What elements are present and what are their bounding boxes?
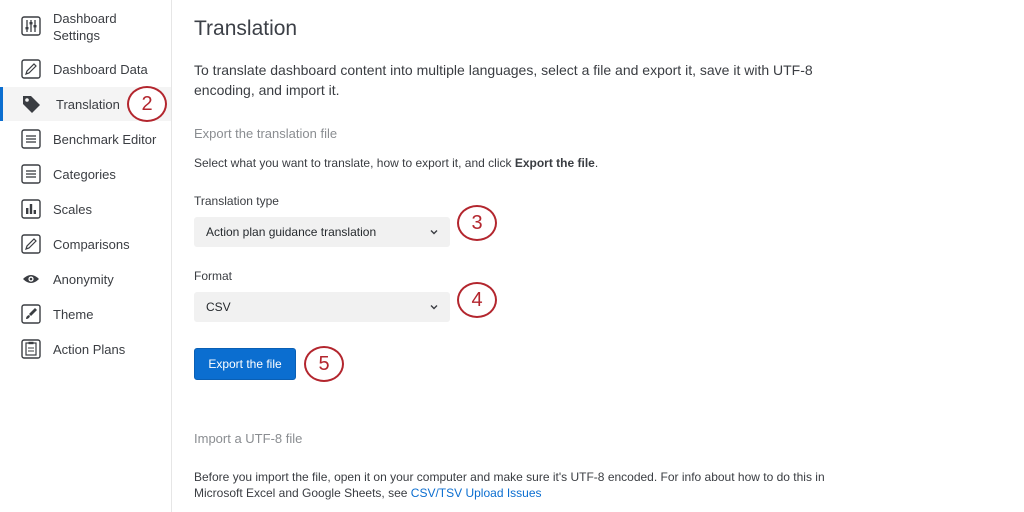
instructions-prefix: Select what you want to translate, how t… [194,156,515,170]
sidebar-item-label: Benchmark Editor [53,132,157,147]
sidebar-item-benchmark-editor[interactable]: Benchmark Editor [0,122,171,156]
pencil-icon [20,58,42,80]
format-label: Format [194,269,233,283]
paintbrush-icon [20,303,42,325]
import-section-heading: Import a UTF-8 file [194,431,303,446]
pencil-icon [20,233,42,255]
translation-type-label: Translation type [194,194,279,208]
export-file-button[interactable]: Export the file [194,348,296,380]
sidebar-item-label: Categories [53,167,116,182]
sidebar-item-theme[interactable]: Theme [0,297,171,331]
sidebar-item-label: Dashboard Settings [53,11,117,43]
sidebar-item-categories[interactable]: Categories [0,157,171,191]
sidebar-item-label: Dashboard Data [53,62,148,77]
step-callout-3: 3 [457,205,497,241]
bar-chart-icon [20,198,42,220]
format-select[interactable]: CSV [194,292,450,322]
format-value: CSV [206,300,231,314]
sidebar-item-dashboard-data[interactable]: Dashboard Data [0,52,171,86]
export-instructions: Select what you want to translate, how t… [194,156,598,170]
sidebar-item-label: Action Plans [53,342,126,357]
sidebar-item-dashboard-settings[interactable]: Dashboard Settings [0,4,171,48]
sidebar-item-label: Comparisons [53,237,130,252]
sidebar-item-label: Theme [53,307,94,322]
chevron-down-icon [430,305,438,310]
intro-text: To translate dashboard content into mult… [194,62,813,98]
sidebar-item-scales[interactable]: Scales [0,192,171,226]
instructions-suffix: . [594,156,599,170]
csv-tsv-upload-issues-link[interactable]: CSV/TSV Upload Issues [411,486,542,500]
sidebar-item-label: Translation [56,97,120,112]
sidebar-item-anonymity[interactable]: Anonymity [0,262,171,296]
sidebar-item-comparisons[interactable]: Comparisons [0,227,171,261]
translation-type-select[interactable]: Action plan guidance translation [194,217,450,247]
sidebar-item-label: Scales [53,202,93,217]
clipboard-icon [20,338,42,360]
translation-type-value: Action plan guidance translation [206,225,377,239]
sidebar: Dashboard Settings Dashboard Data Transl… [0,0,172,512]
instructions-bold: Export the file [514,156,595,170]
page-title: Translation [194,17,298,40]
step-callout-4: 4 [457,282,497,318]
import-instructions: Before you import the file, open it on y… [194,469,834,501]
sidebar-item-action-plans[interactable]: Action Plans [0,332,171,366]
list-icon [20,128,42,150]
main-content: Translation To translate dashboard conte… [172,0,1024,512]
sidebar-item-label: Anonymity [53,272,114,287]
step-callout-2: 2 [127,86,167,122]
sliders-icon [20,15,42,37]
eye-icon [20,268,42,290]
tag-icon [20,93,42,115]
step-callout-5: 5 [304,346,344,382]
chevron-down-icon [430,230,438,235]
list-icon [20,163,42,185]
export-section-heading: Export the translation file [194,126,338,141]
